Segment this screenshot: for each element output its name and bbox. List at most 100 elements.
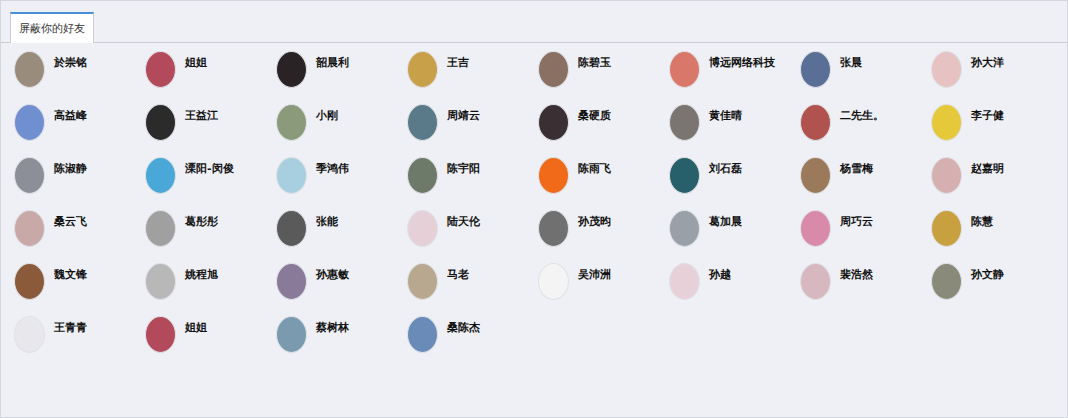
avatar-icon[interactable]	[800, 263, 831, 300]
friend-item[interactable]: 杨雪梅	[800, 157, 931, 210]
friend-item[interactable]: 吴沛洲	[538, 263, 669, 316]
avatar-icon[interactable]	[931, 157, 962, 194]
friend-item[interactable]: 孙惠敏	[276, 263, 407, 316]
avatar-icon[interactable]	[276, 263, 307, 300]
friend-item[interactable]: 李子健	[931, 104, 1062, 157]
avatar-icon[interactable]	[669, 51, 700, 88]
friend-item[interactable]: 於崇铭	[14, 51, 145, 104]
friend-item[interactable]: 孙大洋	[931, 51, 1062, 104]
avatar-icon[interactable]	[800, 157, 831, 194]
avatar-icon[interactable]	[145, 157, 176, 194]
friend-item[interactable]: 二先生。	[800, 104, 931, 157]
avatar-icon[interactable]	[407, 157, 438, 194]
avatar-icon[interactable]	[14, 157, 45, 194]
avatar-icon[interactable]	[145, 316, 176, 353]
friend-item[interactable]: 周靖云	[407, 104, 538, 157]
friend-item[interactable]: 陈雨飞	[538, 157, 669, 210]
avatar-icon[interactable]	[276, 210, 307, 247]
friend-name: 桑硬质	[578, 104, 611, 123]
friend-item[interactable]: 葛彤彤	[145, 210, 276, 263]
avatar-icon[interactable]	[407, 104, 438, 141]
friend-item[interactable]: 蔡树林	[276, 316, 407, 369]
avatar-icon[interactable]	[407, 51, 438, 88]
friend-item[interactable]: 张晨	[800, 51, 931, 104]
friend-item[interactable]: 陈宇阳	[407, 157, 538, 210]
friend-item[interactable]: 孙茂昀	[538, 210, 669, 263]
friend-name: 王益江	[185, 104, 218, 123]
avatar-icon[interactable]	[669, 157, 700, 194]
friend-item[interactable]: 孙文静	[931, 263, 1062, 316]
friend-name: 姐姐	[185, 51, 207, 70]
friend-item[interactable]: 小刚	[276, 104, 407, 157]
friend-item[interactable]: 姐姐	[145, 51, 276, 104]
avatar-icon[interactable]	[276, 104, 307, 141]
friend-item[interactable]: 黄佳晴	[669, 104, 800, 157]
avatar-icon[interactable]	[538, 210, 569, 247]
avatar-icon[interactable]	[931, 210, 962, 247]
friend-name: 葛彤彤	[185, 210, 218, 229]
avatar-icon[interactable]	[669, 104, 700, 141]
friend-item[interactable]: 桑硬质	[538, 104, 669, 157]
friend-item[interactable]: 王吉	[407, 51, 538, 104]
friend-item[interactable]: 马老	[407, 263, 538, 316]
friend-item[interactable]: 张能	[276, 210, 407, 263]
friend-item[interactable]: 陈淑静	[14, 157, 145, 210]
avatar-icon[interactable]	[276, 316, 307, 353]
friend-item[interactable]: 葛加晨	[669, 210, 800, 263]
friend-name: 陈碧玉	[578, 51, 611, 70]
avatar-icon[interactable]	[800, 51, 831, 88]
friend-item[interactable]: 韶晨利	[276, 51, 407, 104]
friend-item[interactable]: 王青青	[14, 316, 145, 369]
friend-name: 马老	[447, 263, 469, 282]
friend-item[interactable]: 王益江	[145, 104, 276, 157]
friend-item[interactable]: 裴浩然	[800, 263, 931, 316]
friend-item[interactable]: 赵嘉明	[931, 157, 1062, 210]
friend-item[interactable]: 周巧云	[800, 210, 931, 263]
friend-item[interactable]: 溧阳-闵俊	[145, 157, 276, 210]
avatar-icon[interactable]	[145, 263, 176, 300]
avatar-icon[interactable]	[538, 104, 569, 141]
avatar-icon[interactable]	[14, 104, 45, 141]
avatar-icon[interactable]	[538, 51, 569, 88]
avatar-icon[interactable]	[276, 51, 307, 88]
avatar-icon[interactable]	[14, 263, 45, 300]
avatar-icon[interactable]	[407, 316, 438, 353]
friend-item[interactable]: 刘石磊	[669, 157, 800, 210]
avatar-icon[interactable]	[931, 104, 962, 141]
avatar-icon[interactable]	[14, 51, 45, 88]
avatar-icon[interactable]	[669, 210, 700, 247]
avatar-icon[interactable]	[14, 316, 45, 353]
tab[interactable]: 屏蔽你的好友	[10, 12, 94, 43]
avatar-icon[interactable]	[276, 157, 307, 194]
friend-item[interactable]: 孙越	[669, 263, 800, 316]
friend-item[interactable]: 姐姐	[145, 316, 276, 369]
friend-item[interactable]: 姚程旭	[145, 263, 276, 316]
friend-item[interactable]: 魏文锋	[14, 263, 145, 316]
friend-name: 杨雪梅	[840, 157, 873, 176]
friend-item[interactable]: 陆天伦	[407, 210, 538, 263]
avatar-icon[interactable]	[800, 104, 831, 141]
friend-item[interactable]: 桑陈杰	[407, 316, 538, 369]
friend-name: 季鸿伟	[316, 157, 349, 176]
friend-item[interactable]: 季鸿伟	[276, 157, 407, 210]
friend-name: 周靖云	[447, 104, 480, 123]
friend-item[interactable]: 高益峰	[14, 104, 145, 157]
friend-item[interactable]: 陈碧玉	[538, 51, 669, 104]
avatar-icon[interactable]	[800, 210, 831, 247]
friend-item[interactable]: 陈慧	[931, 210, 1062, 263]
avatar-icon[interactable]	[931, 51, 962, 88]
avatar-icon[interactable]	[145, 104, 176, 141]
friend-name: 魏文锋	[54, 263, 87, 282]
avatar-icon[interactable]	[407, 263, 438, 300]
avatar-icon[interactable]	[669, 263, 700, 300]
friend-name: 孙大洋	[971, 51, 1004, 70]
friend-item[interactable]: 桑云飞	[14, 210, 145, 263]
avatar-icon[interactable]	[538, 263, 569, 300]
avatar-icon[interactable]	[14, 210, 45, 247]
avatar-icon[interactable]	[538, 157, 569, 194]
avatar-icon[interactable]	[931, 263, 962, 300]
avatar-icon[interactable]	[407, 210, 438, 247]
friend-item[interactable]: 博远网络科技	[669, 51, 800, 104]
avatar-icon[interactable]	[145, 51, 176, 88]
avatar-icon[interactable]	[145, 210, 176, 247]
